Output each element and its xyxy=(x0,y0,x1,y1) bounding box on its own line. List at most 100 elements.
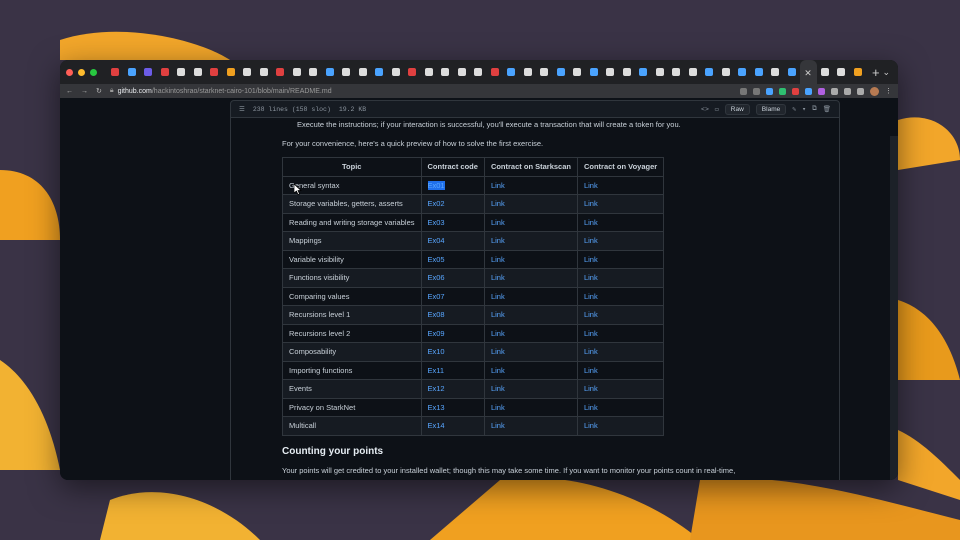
browser-tab[interactable] xyxy=(470,60,487,84)
extension-icon[interactable] xyxy=(818,87,825,95)
browser-tab[interactable] xyxy=(437,60,454,84)
extension-icon[interactable] xyxy=(805,87,812,95)
zoom-window-icon[interactable] xyxy=(90,68,97,76)
reading-list-icon[interactable] xyxy=(844,87,851,95)
browser-tab[interactable] xyxy=(173,60,190,84)
starkscan-link[interactable]: Link xyxy=(483,268,578,288)
starkscan-link[interactable]: Link xyxy=(483,397,578,417)
browser-tab[interactable] xyxy=(751,60,768,84)
delete-icon[interactable]: 🗑︎ xyxy=(823,105,831,113)
browser-tab[interactable] xyxy=(239,60,256,84)
contract-code-link[interactable]: Ex09 xyxy=(420,323,485,343)
contract-code-link[interactable]: Ex07 xyxy=(420,286,485,306)
contract-code-link[interactable]: Ex06 xyxy=(420,268,485,288)
voyager-link[interactable]: Link xyxy=(576,175,665,195)
browser-tab[interactable] xyxy=(734,60,751,84)
browser-tab[interactable] xyxy=(767,60,784,84)
browser-tab[interactable] xyxy=(371,60,388,84)
voyager-link[interactable]: Link xyxy=(576,249,665,269)
contract-code-link[interactable]: Ex01 xyxy=(420,175,485,195)
voyager-link[interactable]: Link xyxy=(576,194,665,214)
starkscan-link[interactable]: Link xyxy=(483,360,578,380)
preview-icon[interactable]: ▭ xyxy=(715,105,719,113)
browser-tab[interactable] xyxy=(784,60,801,84)
reload-icon[interactable]: ↻ xyxy=(96,87,102,95)
starkscan-link[interactable]: Link xyxy=(483,175,578,195)
browser-tab[interactable] xyxy=(289,60,306,84)
contract-code-link[interactable]: Ex05 xyxy=(420,249,485,269)
extension-icon[interactable] xyxy=(779,87,786,95)
browser-menu-icon[interactable]: ⋮ xyxy=(885,87,892,95)
voyager-link[interactable]: Link xyxy=(576,212,665,232)
voyager-link[interactable]: Link xyxy=(576,360,665,380)
scrollbar[interactable] xyxy=(890,136,898,480)
avatar[interactable] xyxy=(870,86,879,96)
contract-code-link[interactable]: Ex14 xyxy=(420,416,485,436)
browser-tab[interactable] xyxy=(157,60,174,84)
browser-tab[interactable] xyxy=(701,60,718,84)
contract-code-link[interactable]: Ex02 xyxy=(420,194,485,214)
starkscan-link[interactable]: Link xyxy=(483,286,578,306)
voyager-link[interactable]: Link xyxy=(576,286,665,306)
minimize-window-icon[interactable] xyxy=(78,68,85,76)
browser-tab[interactable] xyxy=(817,60,834,84)
browser-tab[interactable] xyxy=(652,60,669,84)
browser-tab[interactable] xyxy=(586,60,603,84)
browser-tab[interactable] xyxy=(833,60,850,84)
contract-code-link[interactable]: Ex03 xyxy=(420,212,485,232)
starkscan-link[interactable]: Link xyxy=(483,231,578,251)
browser-tab[interactable] xyxy=(190,60,207,84)
chevron-down-icon[interactable]: ▾ xyxy=(802,105,806,113)
browser-tab[interactable] xyxy=(404,60,421,84)
contract-code-link[interactable]: Ex08 xyxy=(420,305,485,325)
voyager-link[interactable]: Link xyxy=(576,342,665,362)
window-controls[interactable] xyxy=(66,68,97,76)
browser-tab[interactable] xyxy=(536,60,553,84)
extension-icon[interactable] xyxy=(766,87,773,95)
voyager-link[interactable]: Link xyxy=(576,305,665,325)
contract-code-link[interactable]: Ex12 xyxy=(420,379,485,399)
contract-code-link[interactable]: Ex04 xyxy=(420,231,485,251)
browser-tab[interactable] xyxy=(124,60,141,84)
extensions-puzzle-icon[interactable] xyxy=(831,87,838,95)
code-view-icon[interactable]: <> xyxy=(701,106,709,113)
starkscan-link[interactable]: Link xyxy=(483,379,578,399)
raw-button[interactable]: Raw xyxy=(724,103,750,115)
extension-icon[interactable] xyxy=(792,87,799,95)
browser-tab[interactable] xyxy=(272,60,289,84)
browser-tab[interactable] xyxy=(619,60,636,84)
browser-tab[interactable] xyxy=(520,60,537,84)
voyager-link[interactable]: Link xyxy=(576,268,665,288)
browser-tab[interactable] xyxy=(685,60,702,84)
browser-tab[interactable] xyxy=(454,60,471,84)
voyager-link[interactable]: Link xyxy=(576,231,665,251)
contract-code-link[interactable]: Ex11 xyxy=(420,360,485,380)
browser-tab[interactable] xyxy=(355,60,372,84)
forward-icon[interactable]: → xyxy=(81,88,88,95)
active-tab[interactable]: ✕ xyxy=(800,60,817,84)
address-bar[interactable]: 🔒︎ github.com/hackintoshrao/starknet-cai… xyxy=(110,85,732,97)
voyager-link[interactable]: Link xyxy=(576,416,665,436)
voyager-link[interactable]: Link xyxy=(576,323,665,343)
bookmark-star-icon[interactable] xyxy=(753,87,760,95)
browser-tab[interactable] xyxy=(322,60,339,84)
back-icon[interactable]: ← xyxy=(66,88,73,95)
browser-tab[interactable] xyxy=(338,60,355,84)
blame-button[interactable]: Blame xyxy=(755,103,787,115)
browser-tab[interactable] xyxy=(305,60,322,84)
copy-icon[interactable]: ⧉ xyxy=(812,105,817,113)
browser-tab[interactable] xyxy=(553,60,570,84)
browser-tab[interactable] xyxy=(206,60,223,84)
browser-tab[interactable] xyxy=(503,60,520,84)
edit-pencil-icon[interactable]: ✎ xyxy=(792,105,796,113)
browser-tab[interactable] xyxy=(569,60,586,84)
browser-tab[interactable] xyxy=(850,60,867,84)
browser-tab[interactable] xyxy=(668,60,685,84)
starkscan-link[interactable]: Link xyxy=(483,194,578,214)
tab-search-icon[interactable]: ⌄ xyxy=(882,67,890,78)
new-tab-button[interactable]: + xyxy=(872,65,880,80)
starkscan-link[interactable]: Link xyxy=(483,249,578,269)
voyager-link[interactable]: Link xyxy=(576,379,665,399)
browser-tab[interactable] xyxy=(487,60,504,84)
close-window-icon[interactable] xyxy=(66,68,73,76)
